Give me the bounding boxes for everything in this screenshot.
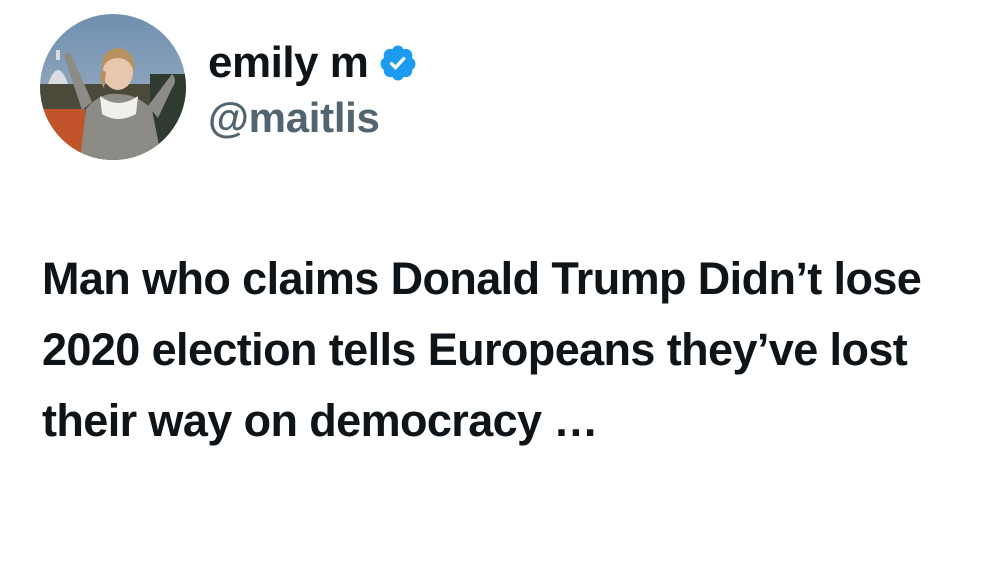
tweet-card: emily m @maitlis Man who claims Donald T… (0, 0, 1000, 563)
verified-badge-icon (378, 43, 418, 83)
author-handle[interactable]: @maitlis (208, 97, 418, 139)
author-names: emily m @maitlis (208, 35, 418, 139)
display-name-row: emily m (208, 35, 418, 91)
tweet-text: Man who claims Donald Trump Didn’t lose … (42, 253, 922, 446)
tweet-header: emily m @maitlis (40, 14, 418, 160)
display-name[interactable]: emily m (208, 41, 369, 85)
avatar-photo (40, 14, 186, 160)
avatar[interactable] (40, 14, 186, 160)
